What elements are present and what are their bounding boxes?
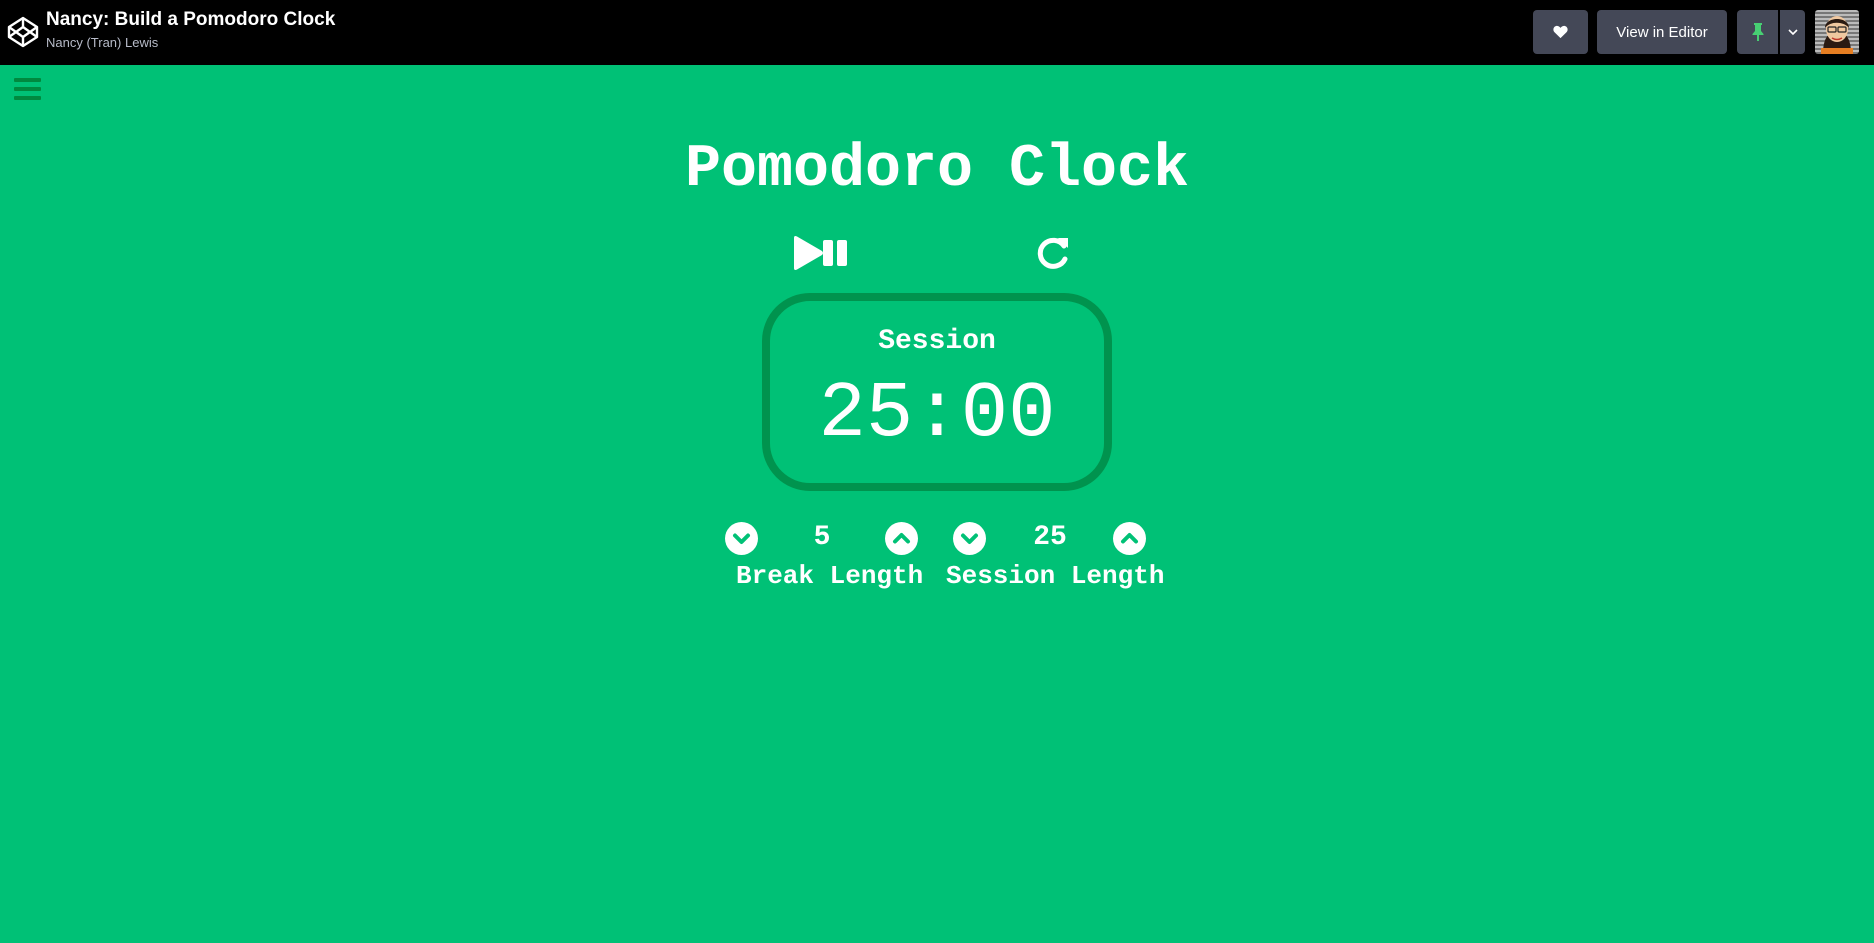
chevron-down-icon [1787,28,1798,35]
timer-display: Session 25:00 [762,293,1112,491]
timer-label: Session [878,326,996,357]
reset-button[interactable] [1034,234,1072,272]
hamburger-menu-icon[interactable] [14,78,41,100]
page-title: Pomodoro Clock [684,136,1190,204]
pen-author[interactable]: Nancy (Tran) Lewis [46,35,158,50]
view-in-editor-button[interactable]: View in Editor [1597,10,1727,54]
user-avatar-image [1821,16,1853,54]
chevron-down-icon [733,533,750,544]
top-bar: Nancy: Build a Pomodoro Clock Nancy (Tra… [0,0,1874,65]
codepen-logo-icon[interactable] [6,15,40,49]
break-decrement-button[interactable] [725,522,758,555]
session-decrement-button[interactable] [953,522,986,555]
play-pause-button[interactable] [792,234,851,272]
break-length-value: 5 [813,522,831,553]
avatar[interactable] [1815,10,1859,54]
play-pause-icon [794,236,847,270]
pin-menu-button[interactable] [1780,10,1805,54]
love-button[interactable] [1533,10,1588,54]
heart-icon [1553,25,1568,39]
break-increment-button[interactable] [885,522,918,555]
pin-button[interactable] [1737,10,1778,54]
session-length-value: 25 [1033,522,1067,553]
session-increment-button[interactable] [1113,522,1146,555]
pin-icon [1752,23,1763,41]
refresh-icon [1037,237,1068,269]
chevron-down-icon [961,533,978,544]
time-left: 25:00 [818,369,1056,459]
session-length-label: Session Length [946,561,1165,591]
chevron-up-icon [893,533,910,544]
pen-title: Nancy: Build a Pomodoro Clock [46,9,336,30]
chevron-up-icon [1121,533,1138,544]
break-length-label: Break Length [736,561,924,591]
